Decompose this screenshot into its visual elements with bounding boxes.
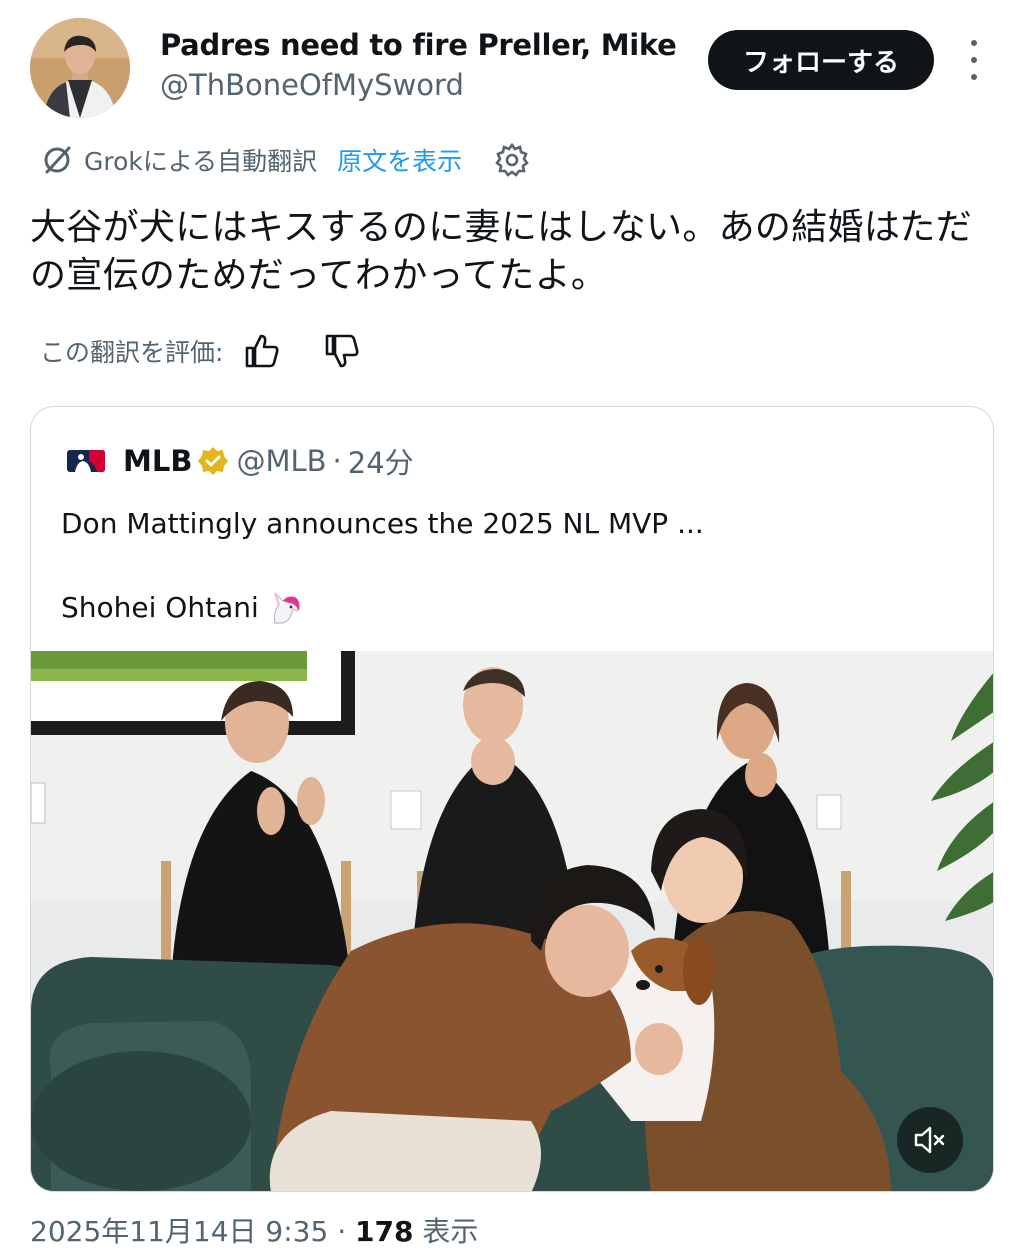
grok-translation-label: Grokによる自動翻訳	[84, 147, 318, 176]
quoted-timestamp[interactable]: 24分	[348, 440, 414, 482]
no-translate-icon	[44, 146, 71, 174]
translation-bar: Grokによる自動翻訳 原文を表示	[40, 140, 530, 180]
quoted-separator: ·	[332, 444, 342, 478]
show-original-link[interactable]: 原文を表示	[337, 142, 462, 178]
quoted-tweet[interactable]: MLB @MLB · 24分 Don Mattingly announces t…	[30, 406, 994, 1192]
gear-icon[interactable]	[494, 142, 530, 178]
thumbs-down-icon[interactable]	[323, 332, 361, 370]
tweet-text: 大谷が犬にはキスするのに妻にはしない。あの結婚はただの宣伝のためだってわかってた…	[30, 207, 973, 296]
video-frame	[31, 651, 993, 1191]
follow-button[interactable]: フォローする	[708, 30, 934, 90]
views-label: 表示	[422, 1215, 479, 1248]
unicorn-icon	[273, 592, 300, 624]
author-avatar[interactable]	[30, 18, 130, 118]
quoted-video[interactable]	[31, 651, 993, 1191]
meta-separator: ·	[337, 1215, 347, 1248]
quoted-text-line1: Don Mattingly announces the 2025 NL MVP …	[61, 507, 704, 540]
quoted-text-line2: Shohei Ohtani	[61, 589, 303, 625]
quoted-header: MLB @MLB · 24分	[67, 441, 414, 481]
author-handle[interactable]: @ThBoneOfMySword	[160, 68, 464, 102]
tweet-datetime[interactable]: 2025年11月14日 9:35	[30, 1215, 328, 1248]
verified-badge-icon	[198, 447, 229, 475]
volume-muted-icon	[914, 1126, 945, 1154]
thumbs-up-icon[interactable]	[243, 332, 281, 370]
author-display-name[interactable]: Padres need to fire Preller, Mike	[160, 28, 677, 62]
translation-rating: この翻訳を評価:	[40, 328, 361, 374]
rating-label: この翻訳を評価:	[40, 338, 224, 367]
mlb-logo-icon	[67, 450, 105, 472]
mute-button[interactable]	[897, 1107, 963, 1173]
more-options-icon[interactable]	[962, 40, 986, 80]
quoted-author-name[interactable]: MLB	[123, 444, 192, 478]
tweet-meta: 2025年11月14日 9:35 · 178 表示	[30, 1210, 478, 1250]
quoted-text-line2-label: Shohei Ohtani	[61, 590, 259, 624]
quoted-author-handle[interactable]: @MLB	[236, 444, 326, 478]
view-count: 178	[355, 1215, 414, 1248]
